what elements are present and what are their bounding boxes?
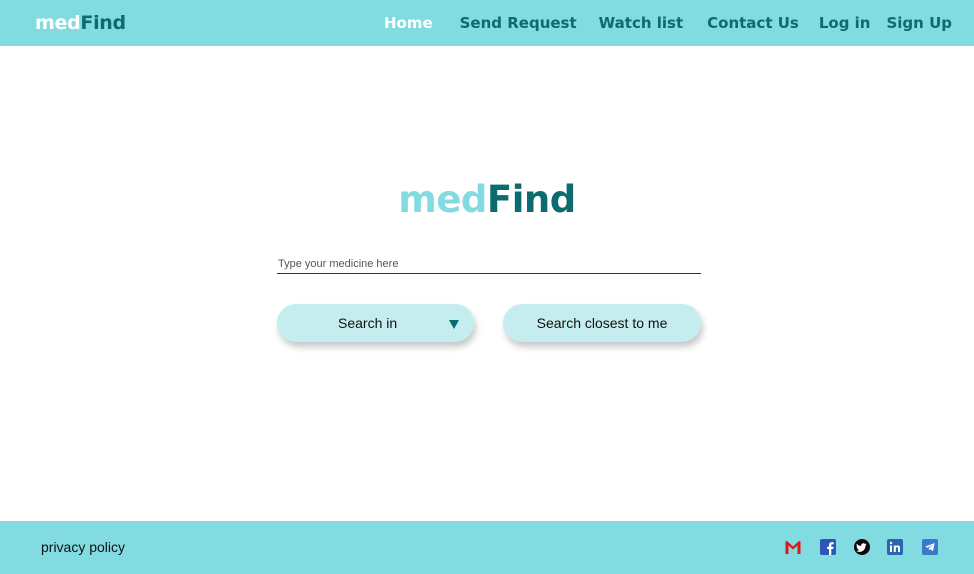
nav-links: Home Send Request Watch list Contact Us … — [384, 13, 952, 33]
search-closest-button[interactable]: Search closest to me — [503, 304, 701, 342]
nav-watch-list[interactable]: Watch list — [599, 13, 683, 33]
nav-sign-up[interactable]: Sign Up — [886, 13, 952, 33]
privacy-policy-link[interactable]: privacy policy — [41, 539, 125, 556]
hero-logo: medFind — [0, 178, 974, 222]
hero-logo-part1: med — [398, 178, 487, 221]
brand-logo-part2: Find — [80, 12, 126, 34]
nav-log-in[interactable]: Log in — [819, 13, 871, 33]
nav-contact-us[interactable]: Contact Us — [707, 13, 799, 33]
caret-down-icon — [449, 320, 459, 329]
brand-logo[interactable]: medFind — [35, 11, 126, 35]
search-in-label: Search in — [338, 315, 398, 331]
linkedin-icon[interactable] — [886, 538, 904, 556]
facebook-icon[interactable] — [819, 538, 837, 556]
nav-send-request[interactable]: Send Request — [460, 13, 577, 33]
hero-logo-part2: Find — [486, 178, 576, 221]
medicine-search-input[interactable] — [277, 254, 701, 274]
telegram-icon[interactable] — [921, 538, 939, 556]
search-in-dropdown[interactable]: Search in — [277, 304, 474, 342]
search-closest-label: Search closest to me — [536, 315, 668, 331]
gmail-icon[interactable] — [784, 538, 802, 556]
footer: privacy policy — [0, 521, 974, 574]
twitter-icon[interactable] — [853, 538, 871, 556]
nav-home[interactable]: Home — [384, 13, 433, 33]
top-navbar: medFind Home Send Request Watch list Con… — [0, 0, 974, 46]
brand-logo-part1: med — [35, 12, 81, 34]
